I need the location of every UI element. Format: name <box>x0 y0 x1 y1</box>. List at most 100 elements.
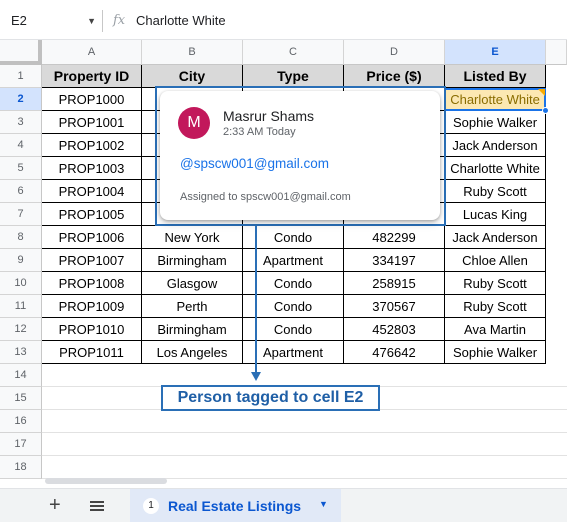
horizontal-scrollbar[interactable] <box>42 475 567 487</box>
tab-number-badge: 1 <box>143 498 159 514</box>
sheet-tab-bar: + 1 Real Estate Listings ▼ <box>0 488 567 522</box>
column-header[interactable]: E <box>445 40 546 65</box>
table-cell[interactable]: Perth <box>142 295 243 318</box>
table-cell[interactable]: Sophie Walker <box>445 111 546 134</box>
fx-icon: fx <box>113 13 126 28</box>
table-cell[interactable]: 370567 <box>344 295 445 318</box>
table-cell[interactable]: Condo <box>243 295 344 318</box>
table-cell[interactable]: Birmingham <box>142 318 243 341</box>
empty-row[interactable] <box>42 433 567 456</box>
table-cell[interactable]: PROP1003 <box>42 157 142 180</box>
row-header[interactable]: 11 <box>0 295 42 318</box>
table-cell[interactable]: PROP1004 <box>42 180 142 203</box>
name-box[interactable]: E2 ▼ <box>8 10 96 32</box>
row-header[interactable]: 10 <box>0 272 42 295</box>
row-header[interactable]: 15 <box>0 387 42 410</box>
scrollbar-thumb[interactable] <box>45 478 167 484</box>
row-header[interactable]: 7 <box>0 203 42 226</box>
table-cell[interactable]: Lucas King <box>445 203 546 226</box>
table-cell[interactable]: Birmingham <box>142 249 243 272</box>
table-cell[interactable]: PROP1009 <box>42 295 142 318</box>
header-cell[interactable]: Listed By <box>445 65 546 88</box>
table-cell[interactable]: Apartment <box>243 249 344 272</box>
column-header-filler <box>546 40 567 65</box>
row-header[interactable]: 5 <box>0 157 42 180</box>
divider <box>102 10 103 32</box>
comment-mention[interactable]: @spscw001@gmail.com <box>180 156 329 171</box>
column-header[interactable]: D <box>344 40 445 65</box>
table-cell[interactable]: 258915 <box>344 272 445 295</box>
tab-real-estate-listings[interactable]: 1 Real Estate Listings ▼ <box>130 489 341 522</box>
comment-author: Masrur Shams <box>223 108 315 124</box>
table-cell[interactable]: 476642 <box>344 341 445 364</box>
table-cell[interactable]: Apartment <box>243 341 344 364</box>
comment-popup[interactable]: M Masrur Shams 2:33 AM Today @spscw001@g… <box>160 91 440 220</box>
table-cell[interactable]: Chloe Allen <box>445 249 546 272</box>
table-cell[interactable]: PROP1010 <box>42 318 142 341</box>
header-cell[interactable]: City <box>142 65 243 88</box>
table-cell[interactable]: 334197 <box>344 249 445 272</box>
table-cell[interactable]: Jack Anderson <box>445 226 546 249</box>
table-cell[interactable]: PROP1001 <box>42 111 142 134</box>
row-header[interactable]: 8 <box>0 226 42 249</box>
column-header[interactable]: B <box>142 40 243 65</box>
row-header[interactable]: 3 <box>0 111 42 134</box>
table-cell[interactable]: Jack Anderson <box>445 134 546 157</box>
table-cell[interactable]: New York <box>142 226 243 249</box>
table-cell[interactable]: Condo <box>243 272 344 295</box>
table-cell[interactable]: Charlotte White <box>445 157 546 180</box>
column-header[interactable]: C <box>243 40 344 65</box>
tab-label: Real Estate Listings <box>168 498 302 514</box>
row-header[interactable]: 4 <box>0 134 42 157</box>
comment-time: 2:33 AM Today <box>223 126 296 138</box>
row-header[interactable]: 13 <box>0 341 42 364</box>
column-header[interactable]: A <box>42 40 142 65</box>
table-cell[interactable]: Ava Martin <box>445 318 546 341</box>
header-cell[interactable]: Type <box>243 65 344 88</box>
row-header[interactable]: 1 <box>0 65 42 88</box>
table-cell[interactable]: Glasgow <box>142 272 243 295</box>
chevron-down-icon[interactable]: ▼ <box>319 499 328 509</box>
table-cell[interactable]: 482299 <box>344 226 445 249</box>
formula-input[interactable]: Charlotte White <box>136 10 226 32</box>
comment-assigned-note: Assigned to spscw001@gmail.com <box>180 191 351 203</box>
table-cell[interactable]: 452803 <box>344 318 445 341</box>
empty-row[interactable] <box>42 410 567 433</box>
table-cell[interactable]: PROP1008 <box>42 272 142 295</box>
row-header[interactable]: 17 <box>0 433 42 456</box>
table-cell[interactable]: PROP1000 <box>42 88 142 111</box>
fill-handle[interactable] <box>542 107 549 114</box>
comment-indicator-icon <box>538 89 545 96</box>
row-header[interactable]: 6 <box>0 180 42 203</box>
table-cell[interactable]: PROP1006 <box>42 226 142 249</box>
header-cell[interactable]: Property ID <box>42 65 142 88</box>
table-cell[interactable]: PROP1007 <box>42 249 142 272</box>
row-header[interactable]: 9 <box>0 249 42 272</box>
table-cell[interactable]: Sophie Walker <box>445 341 546 364</box>
table-cell[interactable]: Ruby Scott <box>445 272 546 295</box>
row-header[interactable]: 18 <box>0 456 42 479</box>
select-all-corner[interactable] <box>0 40 42 65</box>
table-cell[interactable]: PROP1002 <box>42 134 142 157</box>
annotation-label: Person tagged to cell E2 <box>161 385 380 411</box>
table-cell[interactable]: PROP1011 <box>42 341 142 364</box>
row-header[interactable]: 14 <box>0 364 42 387</box>
annotation-arrow <box>255 226 257 374</box>
all-sheets-menu-icon[interactable] <box>90 501 104 511</box>
formula-bar: E2 ▼ fx Charlotte White <box>0 0 567 40</box>
avatar: M <box>178 107 210 139</box>
header-cell[interactable]: Price ($) <box>344 65 445 88</box>
row-header[interactable]: 12 <box>0 318 42 341</box>
table-cell[interactable]: Ruby Scott <box>445 295 546 318</box>
table-cell[interactable]: Condo <box>243 226 344 249</box>
row-header[interactable]: 16 <box>0 410 42 433</box>
table-cell[interactable]: PROP1005 <box>42 203 142 226</box>
table-cell[interactable]: Ruby Scott <box>445 180 546 203</box>
chevron-down-icon[interactable]: ▼ <box>87 10 96 32</box>
table-cell[interactable]: Condo <box>243 318 344 341</box>
table-cell[interactable]: Los Angeles <box>142 341 243 364</box>
add-sheet-icon[interactable]: + <box>49 494 61 516</box>
empty-row[interactable] <box>42 364 567 387</box>
row-header[interactable]: 2 <box>0 88 42 111</box>
active-cell-selection <box>444 88 546 111</box>
